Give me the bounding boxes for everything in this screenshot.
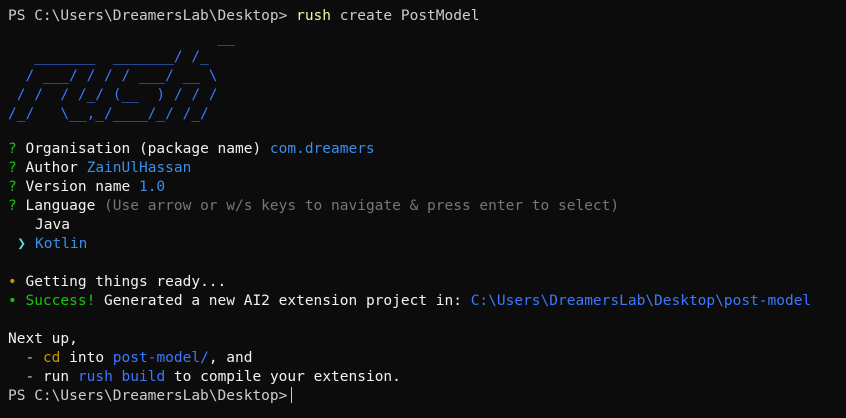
command-line: PS C:\Users\DreamersLab\Desktop> rush cr… (8, 7, 479, 26)
prompt-line[interactable]: PS C:\Users\DreamersLab\Desktop> (8, 387, 293, 406)
command: rush (296, 8, 332, 24)
project-path-link[interactable]: C:\Users\DreamersLab\Desktop\post-model (471, 293, 811, 309)
question-hint: (Use arrow or w/s keys to navigate & pre… (104, 198, 620, 214)
terminal-window[interactable]: PS C:\Users\DreamersLab\Desktop> rush cr… (0, 0, 846, 418)
cd-command: cd (42, 350, 61, 366)
prompt: PS C:\Users\DreamersLab\Desktop> (8, 8, 288, 24)
pointer-icon: ❯ (17, 236, 26, 252)
next-step-cd: - cd into post-model/, and (25, 350, 253, 366)
option-label: Java (35, 217, 70, 233)
bullet-icon: • (8, 293, 17, 309)
question-label: Author (25, 160, 78, 176)
question-mark: ? (8, 198, 17, 214)
question-organisation: ? Organisation (package name) com.dreame… (8, 140, 375, 159)
question-mark: ? (8, 179, 17, 195)
option-label: Kotlin (35, 236, 88, 252)
status-getting-ready: • Getting things ready... (8, 273, 226, 292)
success-label: Success! (25, 293, 96, 309)
question-version: ? Version name 1.0 (8, 178, 165, 197)
project-dir: post-model/ (112, 350, 209, 366)
bullet-icon: • (8, 274, 17, 290)
question-language: ? Language (Use arrow or w/s keys to nav… (8, 197, 619, 216)
question-answer: com.dreamers (269, 141, 375, 157)
option-kotlin[interactable]: ❯ Kotlin (8, 235, 87, 254)
question-answer: 1.0 (138, 179, 166, 195)
prompt: PS C:\Users\DreamersLab\Desktop> (8, 388, 288, 404)
question-author: ? Author ZainUlHassan (8, 159, 191, 178)
question-mark: ? (8, 141, 17, 157)
question-mark: ? (8, 160, 17, 176)
ascii-logo: __ _______ _______/ /_ / ___/ / / / ___/… (8, 30, 235, 122)
question-label: Version name (25, 179, 131, 195)
text-cursor (291, 387, 293, 403)
question-answer: ZainUlHassan (86, 160, 192, 176)
status-success: • Success! Generated a new AI2 extension… (8, 292, 811, 311)
build-command: rush build (77, 369, 166, 385)
command-args: create PostModel (339, 8, 480, 24)
option-java[interactable]: Java (8, 216, 70, 235)
next-heading: Next up, (8, 331, 78, 347)
status-text: Getting things ready... (25, 274, 227, 290)
next-step-build: - run rush build to compile your extensi… (25, 369, 401, 385)
question-label: Organisation (package name) (25, 141, 262, 157)
status-text: Generated a new AI2 extension project in… (104, 293, 462, 309)
question-label: Language (25, 198, 96, 214)
